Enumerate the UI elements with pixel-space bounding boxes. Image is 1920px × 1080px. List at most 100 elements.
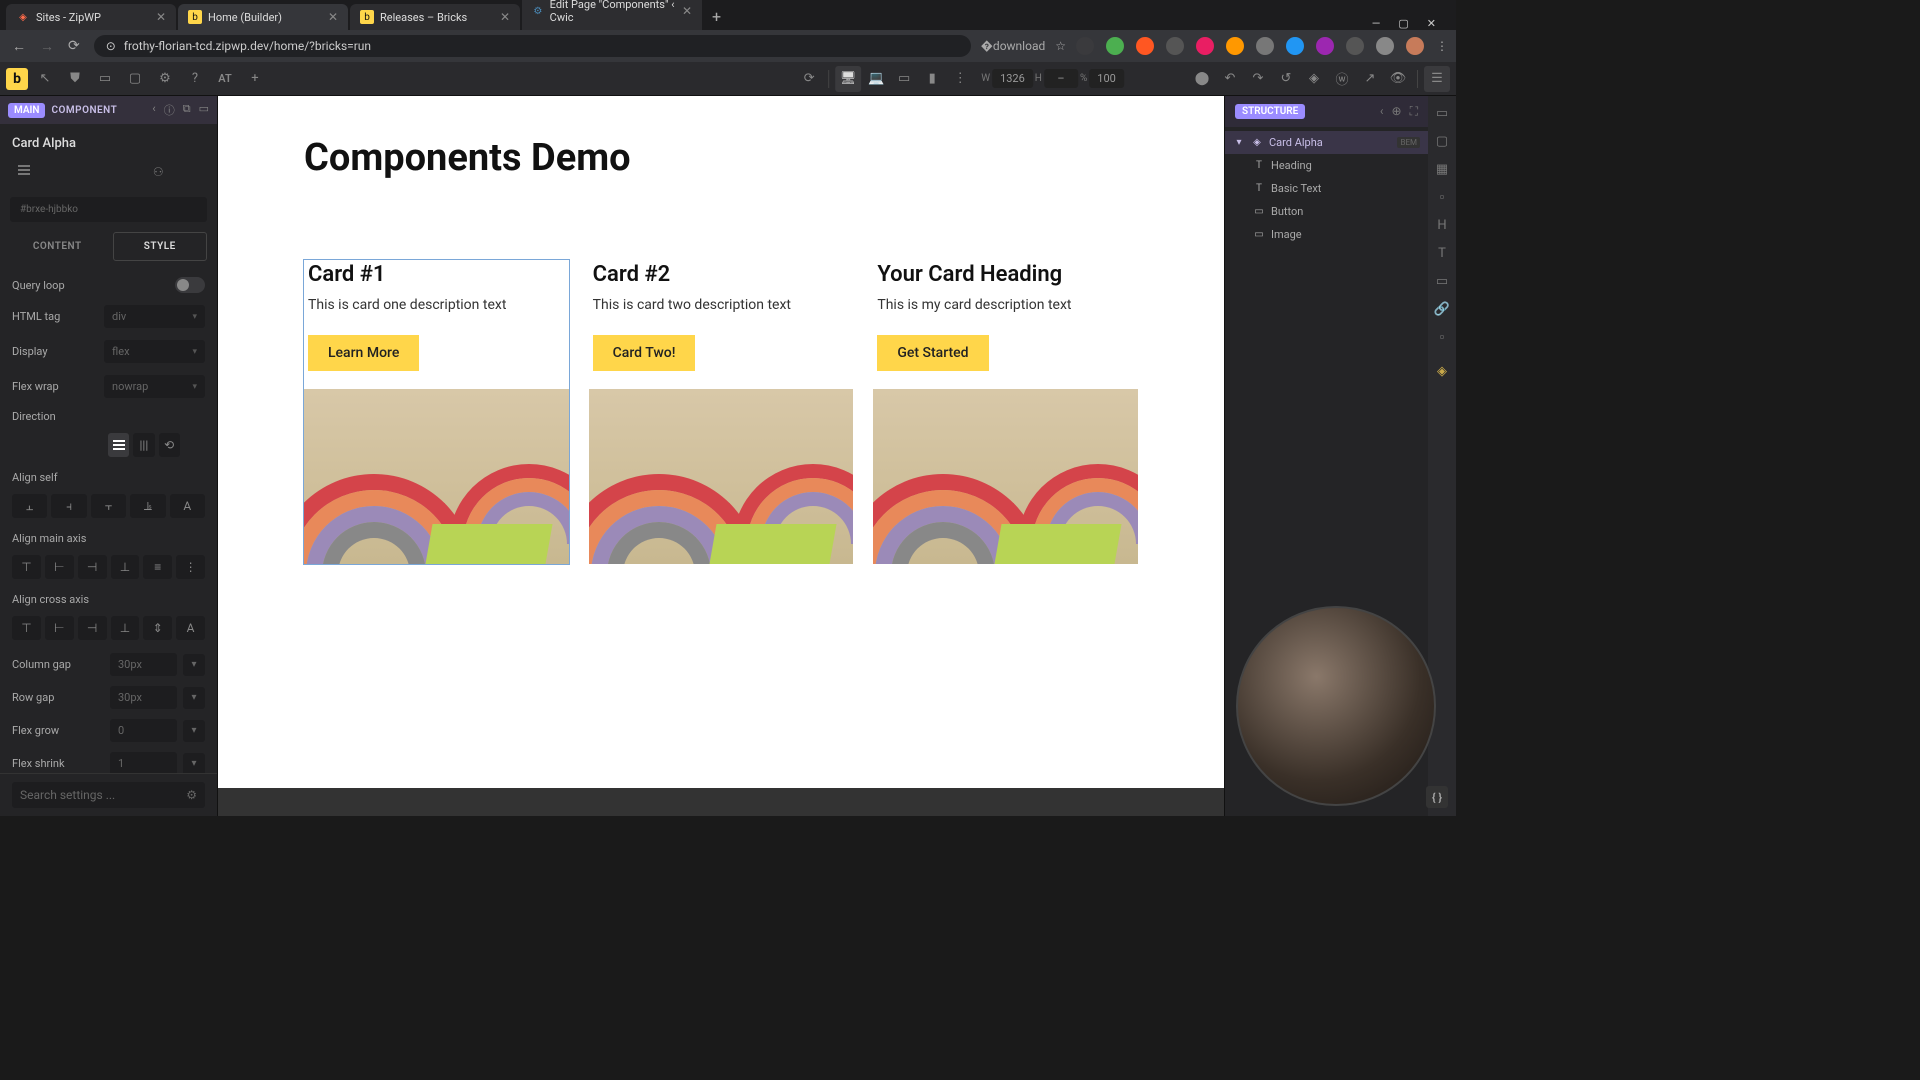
site-info-icon[interactable]: ⊙ [106,39,116,53]
close-icon[interactable]: ✕ [500,10,510,24]
ext-icon[interactable] [1136,37,1154,55]
forward-icon[interactable]: → [40,38,54,55]
sync-icon[interactable]: ⟳ [796,66,822,92]
colgap-input[interactable]: 30px [110,653,177,676]
desktop-icon[interactable]: 🖥 [835,66,861,92]
card-2[interactable]: Card #2 This is card two description tex… [589,260,854,564]
url-input[interactable]: ⊙ frothy-florian-tcd.zipwp.dev/home/?bri… [94,35,971,57]
bookmark-icon[interactable]: ⬤ [1189,66,1215,92]
ext-icon[interactable] [1346,37,1364,55]
css-class-input[interactable]: #brxe-hjbbko [10,197,207,222]
redo-icon[interactable]: ↷ [1245,66,1271,92]
zoom-input[interactable]: 100 [1089,69,1124,88]
mobile-icon[interactable]: ▮ [919,66,945,92]
tree-basictext[interactable]: TBasic Text [1225,177,1428,200]
at-icon[interactable]: AT [212,66,238,92]
minimize-icon[interactable]: — [1372,17,1381,30]
rail-link-icon[interactable]: 🔗 [1433,300,1451,318]
tree-heading[interactable]: THeading [1225,154,1428,177]
display-select[interactable]: flex▾ [104,340,205,363]
card-1[interactable]: Card #1 This is card one description tex… [304,260,569,564]
tab-releases[interactable]: bReleases – Bricks✕ [350,4,520,30]
flexwrap-select[interactable]: nowrap▾ [104,375,205,398]
more-breakpoints-icon[interactable]: ⋮ [947,66,973,92]
export-icon[interactable]: ▭ [199,102,209,118]
aligncross-button[interactable]: ⇕ [143,616,172,640]
ext-icon[interactable] [1076,37,1094,55]
alignmain-button[interactable]: ⊢ [45,555,74,579]
layout-tab-icon[interactable] [12,159,106,185]
aligncross-button[interactable]: ⊥ [111,616,140,640]
search-settings-input[interactable]: Search settings ...⚙ [12,782,205,808]
wordpress-icon[interactable]: ⓦ [1329,66,1355,92]
alignself-button[interactable]: ⫡ [130,494,165,518]
rail-button-icon[interactable]: ▭ [1433,272,1451,290]
layers-icon[interactable]: ◈ [1301,66,1327,92]
preview-icon[interactable]: 👁 [1385,66,1411,92]
tab-home-builder[interactable]: bHome (Builder)✕ [178,4,348,30]
revisions-icon[interactable]: ↺ [1273,66,1299,92]
alignself-button[interactable]: A [170,494,205,518]
menu-icon[interactable]: ⋮ [1436,39,1448,53]
close-icon[interactable]: ✕ [156,10,166,24]
bricks-logo[interactable]: b [6,68,28,90]
tree-button[interactable]: ▭Button [1225,200,1428,223]
rail-div-icon[interactable]: ▫ [1433,188,1451,206]
aligncross-button[interactable]: ⊢ [45,616,74,640]
aligncross-button[interactable]: A [176,616,205,640]
tree-image[interactable]: ▭Image [1225,223,1428,246]
close-window-icon[interactable]: ✕ [1427,17,1436,30]
expand-icon[interactable]: ⛶ [1410,104,1418,119]
rowgap-input[interactable]: 30px [110,686,177,709]
rail-section-icon[interactable]: ▭ [1433,104,1451,122]
height-input[interactable]: – [1044,69,1078,88]
add-icon[interactable]: + [242,66,268,92]
ext-icon[interactable] [1256,37,1274,55]
unit-icon[interactable]: ▾ [183,753,205,774]
style-tab[interactable]: STYLE [113,232,208,261]
card-3[interactable]: Your Card Heading This is my card descri… [873,260,1138,564]
rail-text-icon[interactable]: T [1433,244,1451,262]
cursor-icon[interactable]: ↖ [32,66,58,92]
unit-icon[interactable]: ▾ [183,654,205,676]
new-tab-button[interactable]: + [704,3,729,30]
close-icon[interactable]: ✕ [328,10,338,24]
tree-root[interactable]: ▾ ◈ Card Alpha BEM [1225,131,1428,154]
alignself-button[interactable]: ⫠ [12,494,47,518]
canvas[interactable]: Components Demo Card #1 This is card one… [218,96,1224,788]
tablet-icon[interactable]: ▭ [891,66,917,92]
star-icon[interactable]: ☆ [1055,39,1066,53]
ext-icon[interactable] [1226,37,1244,55]
rail-container-icon[interactable]: ▢ [1433,132,1451,150]
html-tag-select[interactable]: div▾ [104,305,205,328]
person-tab-icon[interactable]: ⚇ [112,159,206,185]
rail-component-icon[interactable]: ◈ [1433,362,1451,380]
ext-icon[interactable] [1286,37,1304,55]
unit-icon[interactable]: ▾ [183,720,205,742]
laptop-icon[interactable]: 💻 [863,66,889,92]
card-button[interactable]: Card Two! [593,335,696,371]
block-icon[interactable]: ▢ [122,66,148,92]
content-tab[interactable]: CONTENT [10,232,105,261]
back-component-icon[interactable]: ‹ [152,102,155,118]
rail-image-icon[interactable]: ▫ [1433,328,1451,346]
clone-icon[interactable]: ⧉ [183,102,191,118]
ext-icon[interactable] [1166,37,1184,55]
alignmain-button[interactable]: ⋮ [176,555,205,579]
aligncross-button[interactable]: ⊤ [12,616,41,640]
structure-toggle-icon[interactable]: ☰ [1424,66,1450,92]
collapse-icon[interactable]: ‹ [1380,104,1384,119]
undo-icon[interactable]: ↶ [1217,66,1243,92]
grow-input[interactable]: 0 [110,719,177,742]
direction-reverse-button[interactable]: ⟲ [159,433,180,457]
card-button[interactable]: Get Started [877,335,988,371]
alignself-button[interactable]: ⫞ [51,494,86,518]
container-icon[interactable]: ▭ [92,66,118,92]
aligncross-button[interactable]: ⊣ [78,616,107,640]
settings-icon[interactable]: ⚙ [152,66,178,92]
profile-avatar[interactable] [1406,37,1424,55]
info-icon[interactable]: ⓘ [164,102,175,118]
direction-row-button[interactable]: ||| [133,433,154,457]
card-button[interactable]: Learn More [308,335,419,371]
alignmain-button[interactable]: ≡ [143,555,172,579]
